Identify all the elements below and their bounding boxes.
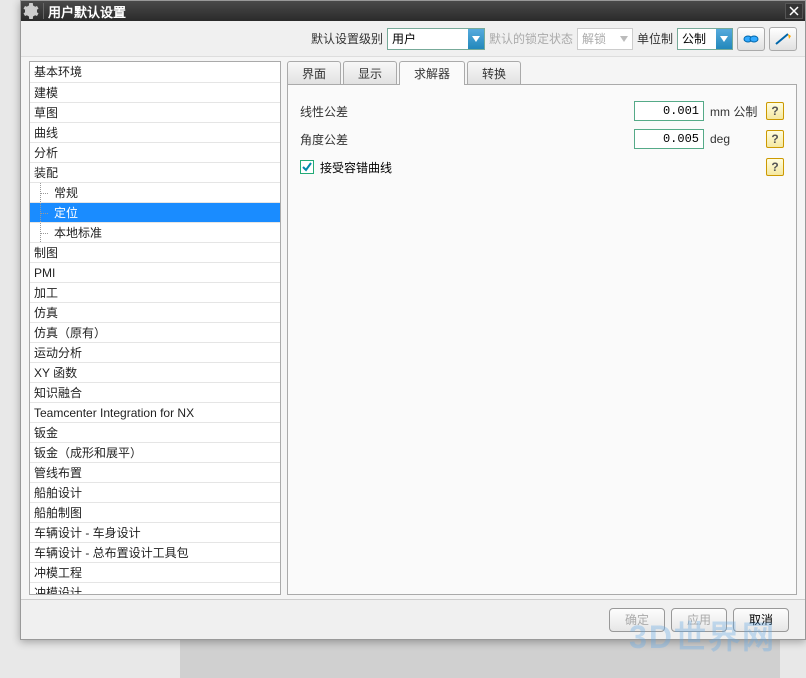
tree-item[interactable]: 车辆设计 - 总布置设计工具包	[30, 542, 280, 562]
tab[interactable]: 显示	[343, 61, 397, 85]
tree-item[interactable]: 草图	[30, 102, 280, 122]
gear-icon	[23, 3, 39, 19]
tree-item[interactable]: 运动分析	[30, 342, 280, 362]
angular-tolerance-label: 角度公差	[300, 131, 628, 148]
units-dropdown[interactable]: 公制	[677, 28, 733, 50]
tree-item[interactable]: 分析	[30, 142, 280, 162]
linear-unit: mm 公制	[710, 103, 760, 120]
window-title: 用户默认设置	[48, 2, 785, 21]
linear-tolerance-input[interactable]	[634, 101, 704, 121]
chevron-down-icon	[468, 29, 484, 49]
tree-item[interactable]: 车辆设计 - 车身设计	[30, 522, 280, 542]
apply-button[interactable]: 应用	[671, 608, 727, 632]
level-dropdown[interactable]: 用户	[387, 28, 485, 50]
close-button[interactable]	[785, 3, 803, 19]
chevron-down-icon	[716, 29, 732, 49]
angular-unit: deg	[710, 132, 760, 146]
tree-item[interactable]: 钣金	[30, 422, 280, 442]
tree-item[interactable]: 定位	[30, 202, 280, 222]
tree-item[interactable]: 常规	[30, 182, 280, 202]
accept-label: 接受容错曲线	[320, 159, 760, 176]
lock-dropdown: 解锁	[577, 28, 633, 50]
lock-label: 默认的锁定状态	[489, 30, 573, 47]
ok-button[interactable]: 确定	[609, 608, 665, 632]
tab[interactable]: 转换	[467, 61, 521, 85]
tree-item[interactable]: 钣金（成形和展平）	[30, 442, 280, 462]
tree-item[interactable]: 加工	[30, 282, 280, 302]
tree-item[interactable]: XY 函数	[30, 362, 280, 382]
tree-item[interactable]: Teamcenter Integration for NX	[30, 402, 280, 422]
tree-item[interactable]: 冲模设计	[30, 582, 280, 594]
content-panel: 界面显示求解器转换 线性公差 mm 公制 ? 角度公差 deg ?	[287, 61, 797, 595]
tree-item[interactable]: 基本环境	[30, 62, 280, 82]
tree-item[interactable]: 仿真（原有）	[30, 322, 280, 342]
linear-tolerance-label: 线性公差	[300, 103, 628, 120]
tree-item[interactable]: 船舶设计	[30, 482, 280, 502]
titlebar: 用户默认设置	[21, 1, 805, 21]
tree-item[interactable]: 装配	[30, 162, 280, 182]
tab[interactable]: 求解器	[399, 61, 465, 85]
angular-tolerance-input[interactable]	[634, 129, 704, 149]
toolbar: 默认设置级别 用户 默认的锁定状态 解锁 单位制 公制	[21, 21, 805, 57]
tree-item[interactable]: 建模	[30, 82, 280, 102]
help-icon[interactable]: ?	[766, 102, 784, 120]
category-tree: 基本环境建模草图曲线分析装配常规定位本地标准制图PMI加工仿真仿真（原有）运动分…	[29, 61, 281, 595]
tree-item[interactable]: 制图	[30, 242, 280, 262]
tree-item[interactable]: 冲模工程	[30, 562, 280, 582]
tree-scroll[interactable]: 基本环境建模草图曲线分析装配常规定位本地标准制图PMI加工仿真仿真（原有）运动分…	[30, 62, 280, 594]
tool-icon-1[interactable]	[737, 27, 765, 51]
units-label: 单位制	[637, 30, 673, 47]
accept-checkbox[interactable]	[300, 160, 314, 174]
cancel-button[interactable]: 取消	[733, 608, 789, 632]
tree-item[interactable]: PMI	[30, 262, 280, 282]
tree-item[interactable]: 仿真	[30, 302, 280, 322]
tree-item[interactable]: 管线布置	[30, 462, 280, 482]
tab[interactable]: 界面	[287, 61, 341, 85]
tree-item[interactable]: 曲线	[30, 122, 280, 142]
tab-bar: 界面显示求解器转换	[287, 61, 797, 85]
tree-item[interactable]: 知识融合	[30, 382, 280, 402]
tool-icon-2[interactable]	[769, 27, 797, 51]
tab-content: 线性公差 mm 公制 ? 角度公差 deg ? 接受容错曲线 ?	[287, 84, 797, 595]
help-icon[interactable]: ?	[766, 158, 784, 176]
tree-item[interactable]: 船舶制图	[30, 502, 280, 522]
tree-item[interactable]: 本地标准	[30, 222, 280, 242]
chevron-down-icon	[616, 29, 632, 49]
level-label: 默认设置级别	[311, 30, 383, 47]
help-icon[interactable]: ?	[766, 130, 784, 148]
dialog-footer: 确定 应用 取消	[21, 599, 805, 639]
preferences-dialog: 用户默认设置 默认设置级别 用户 默认的锁定状态 解锁 单位制 公制 基本环境建…	[20, 0, 806, 640]
